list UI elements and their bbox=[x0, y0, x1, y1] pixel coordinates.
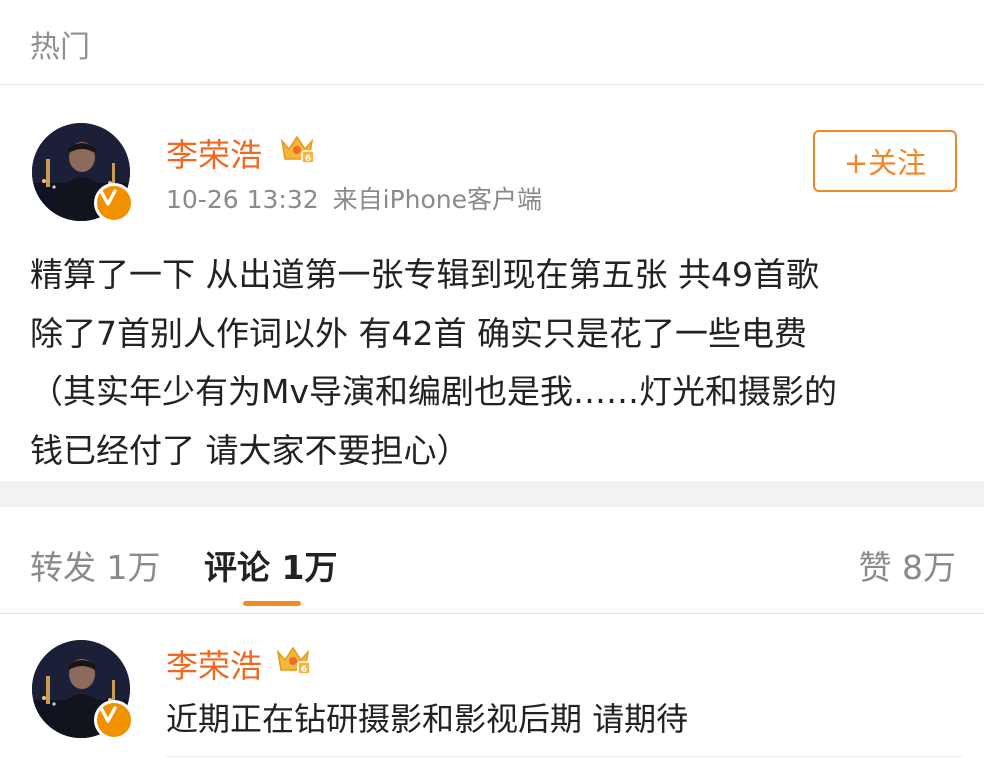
tab-like[interactable]: 赞 8万 bbox=[859, 541, 957, 589]
hot-section-title: 热门 bbox=[30, 30, 90, 65]
verified-badge-icon bbox=[94, 700, 134, 740]
hot-section-header: 热门 bbox=[0, 0, 984, 85]
post-text: 精算了一下 从出道第一张专辑到现在第五张 共49首歌 除了7首别人作词以外 有4… bbox=[30, 246, 960, 480]
post-text-line: 钱已经付了 请大家不要担心） bbox=[30, 430, 470, 470]
commenter-avatar[interactable] bbox=[32, 640, 134, 740]
tab-repost[interactable]: 转发 1万 bbox=[30, 541, 161, 589]
active-tab-indicator bbox=[243, 601, 301, 606]
post-text-line: （其实年少有为Mv导演和编剧也是我……灯光和摄影的 bbox=[30, 372, 838, 411]
post-source: 来自iPhone客户端 bbox=[332, 185, 543, 214]
author-avatar[interactable] bbox=[32, 123, 134, 223]
post-text-line: 精算了一下 从出道第一张专辑到现在第五张 共49首歌 bbox=[30, 255, 819, 294]
interaction-tabs: 转发 1万 评论 1万 赞 8万 bbox=[0, 507, 984, 614]
follow-button[interactable]: +关注 bbox=[813, 130, 957, 192]
svg-text:6: 6 bbox=[305, 154, 311, 164]
comment-text: 近期正在钻研摄影和影视后期 请期待 bbox=[166, 700, 689, 738]
commenter-name[interactable]: 李荣浩 bbox=[166, 641, 262, 687]
tab-comment[interactable]: 评论 1万 bbox=[204, 541, 337, 589]
post-text-line: 除了7首别人作词以外 有42首 确实只是花了一些电费 bbox=[30, 313, 807, 353]
comment-divider bbox=[166, 756, 962, 757]
weibo-post-page: 热门 李荣浩 6 10-26 13:32 来自iPhone客户端 +关注 精算了… bbox=[0, 0, 984, 762]
svg-text:6: 6 bbox=[301, 665, 307, 675]
author-name[interactable]: 李荣浩 bbox=[166, 130, 262, 176]
crown-icon: 6 bbox=[276, 646, 311, 675]
section-divider bbox=[0, 481, 984, 507]
verified-badge-icon bbox=[94, 183, 134, 223]
post-time: 10-26 13:32 bbox=[166, 185, 319, 214]
crown-icon: 6 bbox=[280, 135, 315, 164]
post-meta: 10-26 13:32 来自iPhone客户端 bbox=[166, 180, 542, 216]
